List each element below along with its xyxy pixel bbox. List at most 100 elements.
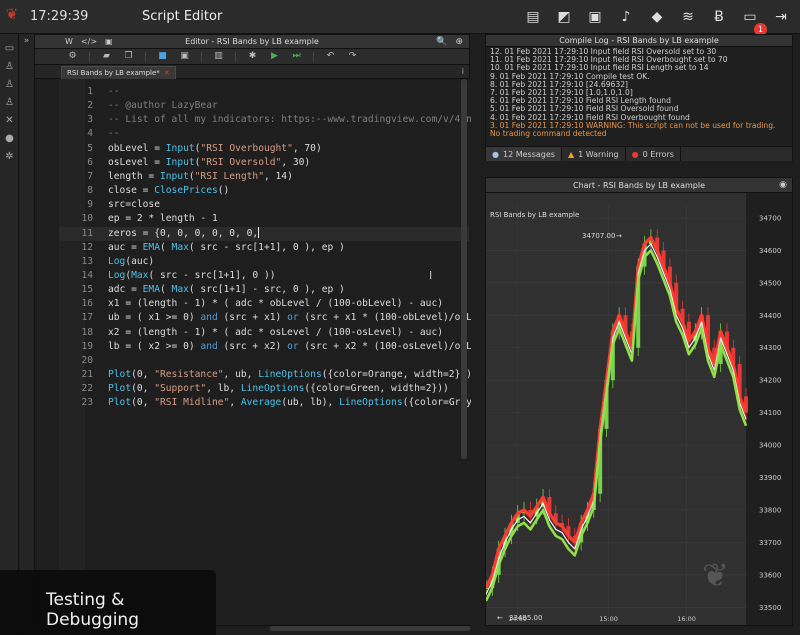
- expand-panel-button[interactable]: »: [19, 34, 34, 48]
- copy-icon[interactable]: ❐: [123, 51, 134, 62]
- series-point: [498, 564, 500, 566]
- divider: [89, 51, 90, 62]
- step-icon[interactable]: ⏭: [291, 51, 302, 62]
- undo-icon[interactable]: ↶: [325, 51, 336, 62]
- series-point: [618, 327, 620, 329]
- series-point: [656, 256, 658, 258]
- code-line[interactable]: 19 lb = ( x2 >= 0) and (src + x2) or (src…: [59, 340, 471, 354]
- series-point: [580, 529, 582, 530]
- code-line[interactable]: 11 zeros = {0, 0, 0, 0, 0, 0,: [59, 226, 469, 241]
- flask-icon[interactable]: ♙: [0, 58, 19, 74]
- code-line[interactable]: 7 length = Input("RSI Length", 14): [59, 170, 469, 184]
- file-tab-label: RSI Bands by LB example*: [67, 69, 160, 77]
- code-line[interactable]: 8 close = ClosePrices(): [59, 184, 469, 198]
- zoom-icon[interactable]: ⊕: [455, 35, 463, 49]
- series-point: [694, 331, 696, 332]
- debug-icon[interactable]: ✱: [247, 51, 258, 62]
- series-point: [669, 282, 671, 284]
- open-folder-icon[interactable]: ▰: [101, 51, 112, 62]
- redo-icon[interactable]: ↷: [347, 51, 358, 62]
- code-editor[interactable]: I 1 -- 2 -- @author LazyBear 3 -- List of all…: [59, 79, 471, 625]
- run-icon[interactable]: ▶: [269, 51, 280, 62]
- save-as-icon[interactable]: ▣: [179, 51, 190, 62]
- code-line[interactable]: 17 ub = ( x1 >= 0) and (src + x1) or (src…: [59, 311, 471, 325]
- tools-icon[interactable]: ✕: [0, 112, 19, 128]
- code-text: zeros = {0, 0, 0, 0, 0, 0,: [108, 227, 260, 239]
- flask-icon[interactable]: ♙: [0, 76, 19, 92]
- series-point: [542, 496, 544, 498]
- tag-icon[interactable]: ◆: [646, 6, 668, 28]
- code-line[interactable]: 6 osLevel = Input("RSI Oversold", 30): [59, 156, 469, 170]
- map-icon[interactable]: ▤: [522, 6, 544, 28]
- code-line[interactable]: 18 x2 = (length - 1) * ( adc * osLevel / …: [59, 326, 469, 340]
- messages-tab[interactable]: ● 12 Messages: [486, 147, 562, 161]
- code-line[interactable]: 9 src=close: [59, 198, 469, 212]
- rabbit-logo-icon[interactable]: ❦: [4, 4, 20, 24]
- close-icon[interactable]: ✕: [164, 67, 170, 79]
- errors-tab[interactable]: ● 0 Errors: [626, 147, 681, 161]
- code-line[interactable]: 14 Log(Max( src - src[1+1], 0 )): [59, 269, 469, 283]
- series-point: [688, 353, 690, 355]
- code-line[interactable]: 12 auc = EMA( Max( src - src[1+1], 0 ), e…: [59, 241, 469, 255]
- code-line[interactable]: 16 x1 = (length - 1) * ( adc * obLevel / …: [59, 297, 469, 311]
- info-icon[interactable]: i: [462, 65, 464, 79]
- inbox-icon[interactable]: ▭ 1: [739, 6, 767, 36]
- bitcoin-icon[interactable]: Ƀ: [708, 6, 730, 28]
- code-line[interactable]: 4 --: [59, 127, 469, 141]
- code-line[interactable]: 13 Log(auc): [59, 255, 469, 269]
- settings-icon[interactable]: ⚙: [67, 51, 78, 62]
- code-icon[interactable]: </>: [81, 35, 97, 49]
- warnings-tab[interactable]: ▲ 1 Warning: [562, 147, 626, 161]
- wiki-icon[interactable]: W: [65, 35, 73, 49]
- code-line[interactable]: 2 -- @author LazyBear: [59, 99, 469, 113]
- series-point: [656, 262, 658, 264]
- coins-icon[interactable]: ≋: [677, 6, 699, 28]
- high-annotation: 34707.00: [582, 232, 615, 240]
- code-line[interactable]: 10 ep = 2 * length - 1: [59, 212, 469, 226]
- gear-icon[interactable]: ✲: [0, 148, 19, 164]
- code-text: close = ClosePrices(): [108, 185, 230, 197]
- line-number: 5: [87, 142, 93, 154]
- divider: [313, 51, 314, 62]
- vertical-scrollbar[interactable]: [461, 79, 467, 459]
- code-line[interactable]: 22 Plot(0, "Support", lb, LineOptions({co…: [59, 382, 469, 396]
- code-line[interactable]: 21 Plot(0, "Resistance", ub, LineOptions(…: [59, 368, 471, 382]
- code-line[interactable]: 5 obLevel = Input("RSI Overbought", 70): [59, 142, 469, 156]
- flask-icon[interactable]: ♙: [0, 94, 19, 110]
- line-number: 12: [81, 241, 93, 253]
- line-number: 23: [81, 397, 93, 409]
- crop-icon[interactable]: ▣: [584, 6, 606, 28]
- code-line[interactable]: 1 --: [59, 85, 469, 99]
- ruler-icon[interactable]: ◩: [553, 6, 575, 28]
- errors-count: 0 Errors: [642, 149, 674, 159]
- code-line[interactable]: 15 adc = EMA( Max( src[1+1] - src, 0 ), e…: [59, 283, 469, 297]
- series-point: [732, 376, 734, 378]
- series-point: [675, 321, 677, 323]
- bell-icon[interactable]: ♪: [615, 6, 637, 28]
- series-point: [669, 295, 671, 297]
- series-point: [523, 516, 525, 517]
- code-line[interactable]: 20: [59, 354, 469, 368]
- horizontal-scrollbar[interactable]: [270, 626, 470, 631]
- user-icon[interactable]: ●: [0, 130, 19, 146]
- price-chart[interactable]: 34700 34600 34500 34400 34300 34200 34100 34000…: [486, 193, 792, 625]
- camera-icon[interactable]: ◉: [779, 178, 787, 193]
- search-icon[interactable]: 🔍: [436, 35, 447, 49]
- divider: [235, 51, 236, 62]
- file-tab[interactable]: RSI Bands by LB example* ✕: [61, 66, 176, 79]
- logout-icon[interactable]: ⇥: [770, 6, 792, 28]
- code-text: ub = ( x1 >= 0) and (src + x1) or (src +…: [108, 312, 471, 324]
- code-line[interactable]: 23 Plot(0, "RSI Midline", Average(ub, lb)…: [59, 396, 471, 410]
- code-text: -- List of all my indicators: https:--ww…: [108, 114, 471, 126]
- series-point: [726, 347, 728, 349]
- monitor-icon[interactable]: ▭: [0, 40, 19, 56]
- save-icon[interactable]: ■: [157, 51, 168, 62]
- script-icon[interactable]: ▥: [213, 51, 224, 62]
- layout-icon[interactable]: ▣: [105, 35, 113, 49]
- series-point: [688, 340, 690, 342]
- series-point: [625, 344, 626, 345]
- series-point: [587, 509, 588, 511]
- code-line[interactable]: 3 -- List of all my indicators: https:--w…: [59, 113, 471, 127]
- y-tick-label: 33900: [759, 474, 781, 482]
- clock: 17:29:39: [30, 9, 89, 24]
